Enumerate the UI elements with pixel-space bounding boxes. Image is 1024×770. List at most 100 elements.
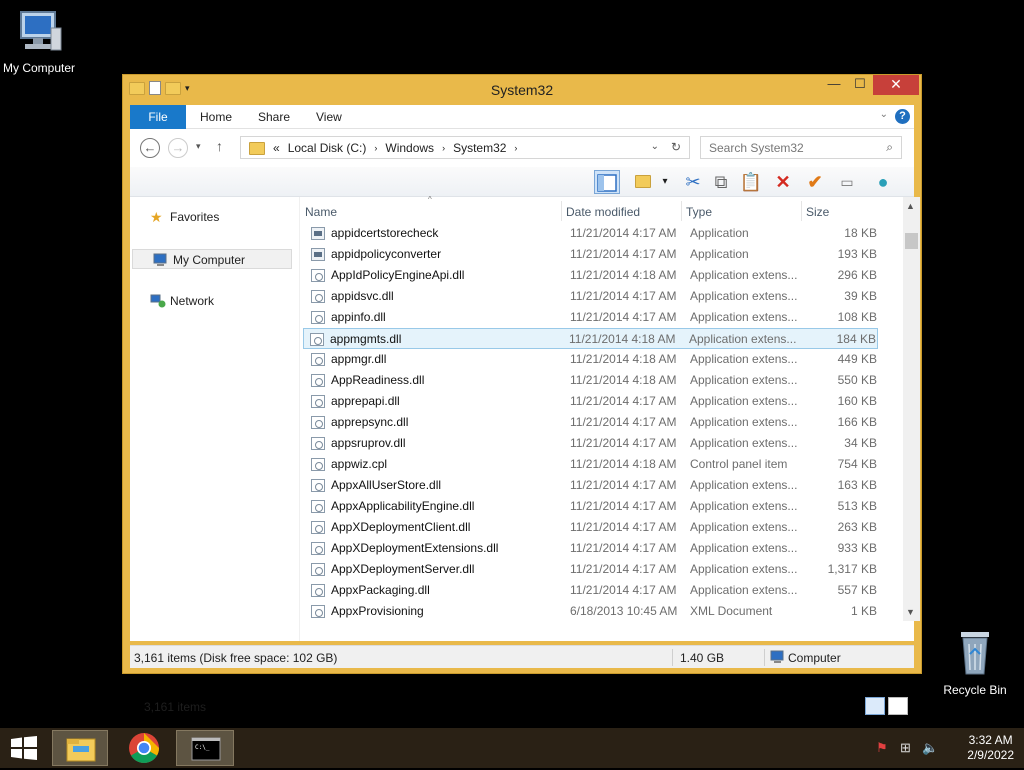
cut-icon[interactable]: ✂ — [680, 170, 706, 194]
network-tray-icon[interactable]: ⊞ — [900, 740, 911, 756]
table-row[interactable]: AppxAllUserStore.dll 11/21/2014 4:17 AM Ap… — [305, 475, 880, 496]
dll-file-icon — [311, 290, 325, 303]
nav-favorites[interactable]: ★ Favorites — [130, 207, 290, 227]
vertical-scrollbar[interactable]: ▲ ▼ — [903, 197, 920, 621]
tab-home[interactable]: Home — [200, 105, 232, 129]
properties-check-icon[interactable]: ✔ — [802, 170, 828, 194]
internet-options-icon[interactable]: ● — [870, 170, 896, 194]
file-date: 6/18/2013 10:45 AM — [570, 604, 678, 618]
table-row[interactable]: apprepsync.dll 11/21/2014 4:17 AM Applicat… — [305, 412, 880, 433]
file-size: 108 KB — [837, 310, 877, 324]
table-row[interactable]: AppReadiness.dll 11/21/2014 4:18 AM Applic… — [305, 370, 880, 391]
table-row[interactable]: AppIdPolicyEngineApi.dll 11/21/2014 4:18 … — [305, 265, 880, 286]
maximize-button[interactable]: ☐ — [847, 75, 873, 95]
table-row[interactable]: appidcertstorecheck 11/21/2014 4:17 AM App… — [305, 223, 880, 244]
column-header-name[interactable]: Name — [305, 205, 337, 219]
address-overflow[interactable]: « — [273, 141, 280, 155]
file-name: AppxAllUserStore.dll — [331, 478, 442, 492]
table-row[interactable]: AppXDeploymentClient.dll 11/21/2014 4:17 … — [305, 517, 880, 538]
start-button[interactable] — [10, 736, 38, 760]
title-bar[interactable]: ▾ System32 — ☐ ✕ — [123, 75, 921, 105]
table-row[interactable]: appmgr.dll 11/21/2014 4:18 AM Application … — [305, 349, 880, 370]
taskbar-file-explorer[interactable] — [52, 730, 108, 766]
details-view-icon[interactable] — [865, 697, 885, 715]
minimize-button[interactable]: — — [821, 75, 847, 95]
computer-icon — [0, 8, 84, 57]
file-name: appidpolicyconverter — [331, 247, 442, 261]
tab-view[interactable]: View — [316, 105, 342, 129]
column-header-date[interactable]: Date modified — [566, 205, 640, 219]
file-date: 11/21/2014 4:17 AM — [570, 436, 677, 450]
file-date: 11/21/2014 4:17 AM — [570, 562, 677, 576]
delete-icon[interactable]: ✕ — [770, 170, 796, 194]
table-row[interactable]: AppxApplicabilityEngine.dll 11/21/2014 4:… — [305, 496, 880, 517]
table-row[interactable]: AppXDeploymentServer.dll 11/21/2014 4:17 … — [305, 559, 880, 580]
file-list: ^ Name Date modified Type Size appidcert… — [303, 195, 900, 641]
search-icon[interactable]: ⌕ — [886, 140, 893, 155]
address-bar[interactable]: « Local Disk (C:) › Windows › System32 ›… — [240, 136, 690, 159]
file-name: apprepapi.dll — [331, 394, 400, 408]
scroll-thumb[interactable] — [905, 233, 918, 249]
file-size: 263 KB — [837, 520, 877, 534]
action-center-flag-icon[interactable]: ⚑ — [876, 740, 888, 756]
tab-share[interactable]: Share — [258, 105, 290, 129]
view-options-dropdown-icon[interactable]: ▾ — [652, 170, 678, 194]
file-size: 193 KB — [837, 247, 877, 261]
refresh-icon[interactable]: ↻ — [671, 140, 681, 154]
volume-muted-icon[interactable]: 🔈 — [922, 740, 938, 756]
expand-ribbon-icon[interactable]: ⌄ — [880, 109, 888, 120]
search-input[interactable]: Search System32 ⌕ — [700, 136, 902, 159]
large-icons-view-icon[interactable] — [888, 697, 908, 715]
desktop-icon-recycle-bin[interactable]: Recycle Bin — [930, 630, 1020, 697]
dll-file-icon — [310, 333, 324, 346]
table-row[interactable]: AppxProvisioning 6/18/2013 10:45 AM XML Do… — [305, 601, 880, 622]
column-header-type[interactable]: Type — [686, 205, 712, 219]
paste-icon[interactable]: 📋 — [738, 170, 764, 194]
file-name: AppxPackaging.dll — [331, 583, 430, 597]
file-name: AppReadiness.dll — [331, 373, 425, 387]
breadcrumb-local-disk[interactable]: Local Disk (C:) — [288, 141, 367, 155]
copy-icon[interactable]: ⧉ — [708, 170, 734, 194]
breadcrumb-system32[interactable]: System32 — [453, 141, 506, 155]
recent-locations-icon[interactable]: ▾ — [196, 141, 201, 152]
close-button[interactable]: ✕ — [873, 75, 919, 95]
nav-network[interactable]: Network — [130, 291, 290, 311]
column-header-size[interactable]: Size — [806, 205, 829, 219]
scroll-up-icon[interactable]: ▲ — [906, 201, 915, 211]
nav-my-computer[interactable]: My Computer — [132, 249, 292, 269]
table-row[interactable]: appmgmts.dll 11/21/2014 4:18 AM Applicatio… — [303, 328, 878, 349]
up-button[interactable]: ↑ — [216, 138, 223, 154]
computer-icon — [770, 650, 786, 667]
help-icon[interactable]: ? — [895, 109, 910, 124]
table-row[interactable]: AppXDeploymentExtensions.dll 11/21/2014 4… — [305, 538, 880, 559]
table-row[interactable]: apprepapi.dll 11/21/2014 4:17 AM Applicati… — [305, 391, 880, 412]
file-size: 1,317 KB — [827, 562, 877, 576]
table-row[interactable]: appidpolicyconverter 11/21/2014 4:17 AM Ap… — [305, 244, 880, 265]
dll-file-icon — [311, 500, 325, 513]
clock[interactable]: 3:32 AM 2/9/2022 — [967, 733, 1014, 763]
table-row[interactable]: appinfo.dll 11/21/2014 4:17 AM Application… — [305, 307, 880, 328]
forward-button[interactable]: → — [168, 138, 188, 158]
file-size: 557 KB — [837, 583, 877, 597]
file-name: AppxApplicabilityEngine.dll — [331, 499, 475, 513]
table-row[interactable]: AppxPackaging.dll 11/21/2014 4:17 AM Appli… — [305, 580, 880, 601]
back-button[interactable]: ← — [140, 138, 160, 158]
taskbar-chrome[interactable] — [116, 730, 172, 766]
dll-file-icon — [311, 353, 325, 366]
file-date: 11/21/2014 4:17 AM — [570, 541, 677, 555]
breadcrumb-separator-icon[interactable]: › — [374, 143, 377, 153]
tab-file[interactable]: File — [130, 105, 186, 129]
breadcrumb-separator-icon[interactable]: › — [514, 143, 517, 153]
table-row[interactable]: appsruprov.dll 11/21/2014 4:17 AM Applicat… — [305, 433, 880, 454]
breadcrumb-windows[interactable]: Windows — [385, 141, 434, 155]
table-row[interactable]: appidsvc.dll 11/21/2014 4:17 AM Applicatio… — [305, 286, 880, 307]
table-row[interactable]: appwiz.cpl 11/21/2014 4:18 AM Control pane… — [305, 454, 880, 475]
breadcrumb-separator-icon[interactable]: › — [442, 143, 445, 153]
rename-icon[interactable]: ▭ — [834, 170, 860, 194]
address-dropdown-icon[interactable]: ⌄ — [651, 141, 659, 152]
desktop-icon-my-computer[interactable]: My Computer — [0, 8, 84, 75]
taskbar-command-prompt[interactable]: C:\_ — [176, 730, 234, 766]
scroll-down-icon[interactable]: ▼ — [906, 607, 915, 617]
preview-pane-icon[interactable] — [594, 170, 620, 194]
file-size: 166 KB — [837, 415, 877, 429]
